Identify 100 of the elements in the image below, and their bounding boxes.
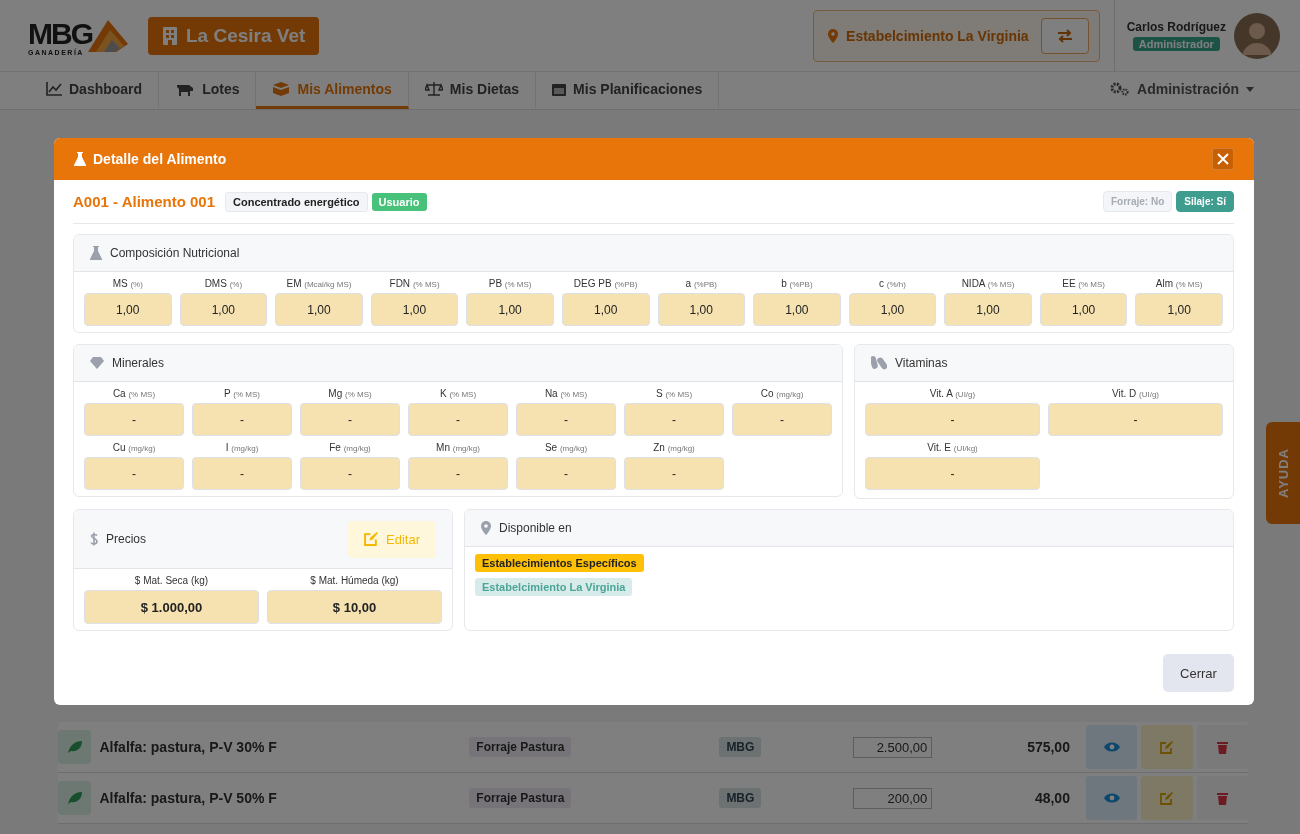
- clinic-name: La Cesira Vet: [186, 24, 306, 47]
- eye-icon: [1103, 793, 1120, 803]
- user-role: Administrador: [1132, 37, 1220, 51]
- value-field: $ 1.000,00: [84, 590, 259, 624]
- admin-menu[interactable]: Administración: [1094, 72, 1270, 109]
- value-field: 1,00: [179, 293, 268, 326]
- value-field: -: [624, 403, 724, 436]
- gem-icon: [90, 357, 104, 369]
- price-value: 48,00: [1033, 790, 1070, 806]
- eye-icon: [1103, 742, 1120, 752]
- trash-icon: [1216, 740, 1228, 754]
- nav-tab[interactable]: Mis Alimentos: [256, 72, 409, 109]
- view-button[interactable]: [1085, 725, 1138, 769]
- value-field: -: [84, 457, 184, 490]
- field-label: PB (% MS): [487, 278, 533, 289]
- field-label: Cu (mg/kg): [111, 442, 157, 453]
- source-tag: MBG: [719, 788, 762, 808]
- field-label: EE (% MS): [1061, 278, 1106, 289]
- field-label: Co (mg/kg): [759, 388, 805, 399]
- line-chart-icon: [46, 82, 62, 96]
- edit-icon: [364, 532, 379, 546]
- field-label: K (% MS): [438, 388, 478, 399]
- value-field: -: [192, 403, 292, 436]
- help-tab[interactable]: AYUDA: [1266, 422, 1300, 524]
- field-label: Ca (% MS): [111, 388, 157, 399]
- clinic-badge[interactable]: La Cesira Vet: [148, 16, 320, 55]
- edit-button[interactable]: [1141, 725, 1193, 769]
- value-field: 1,00: [657, 293, 746, 326]
- value-field: -: [408, 457, 508, 490]
- field-label: S (% MS): [654, 388, 694, 399]
- value-field: 1,00: [466, 293, 554, 326]
- value-field: -: [624, 457, 724, 490]
- view-button[interactable]: [1085, 776, 1138, 820]
- close-dialog-button[interactable]: Cerrar: [1163, 654, 1234, 692]
- leaf-icon: [58, 781, 92, 815]
- field-label: Zn (mg/kg): [652, 442, 696, 453]
- value-field: 1,00: [1039, 293, 1128, 326]
- delete-button[interactable]: [1196, 776, 1248, 820]
- switch-button[interactable]: [1040, 17, 1089, 54]
- field-label: Vit. E (UI/kg): [926, 442, 979, 453]
- field-label: Na (% MS): [543, 388, 589, 399]
- value-field: -: [84, 403, 184, 436]
- close-icon: [1217, 153, 1229, 165]
- edit-icon: [1160, 740, 1174, 754]
- value-field: 1,00: [1135, 293, 1223, 326]
- food-name: Alfalfa: pastura, P-V 30% F: [98, 739, 278, 755]
- scale-icon: [424, 82, 443, 96]
- price-value: 575,00: [1026, 739, 1070, 755]
- value-field: -: [1048, 403, 1223, 436]
- value-field: 1,00: [561, 293, 650, 326]
- flag-tag: Forraje: No: [1102, 191, 1173, 212]
- map-pin-icon: [481, 521, 491, 535]
- source-tag: MBG: [719, 737, 762, 757]
- field-label: $ Mat. Seca (kg): [133, 575, 210, 586]
- stock-field[interactable]: 2.500,00: [853, 736, 933, 758]
- field-label: Vit. A (UI/g): [928, 388, 977, 399]
- nav-tab[interactable]: Mis Dietas: [408, 72, 537, 109]
- flask-icon: [74, 152, 86, 166]
- card-title: Vitaminas: [895, 356, 948, 370]
- value-field: -: [516, 457, 616, 490]
- field-label: P (% MS): [223, 388, 261, 399]
- card-title: Disponible en: [499, 521, 572, 535]
- value-field: -: [192, 457, 292, 490]
- swap-arrows-icon: [1056, 28, 1073, 43]
- field-label: DMS (%): [203, 278, 244, 289]
- avatar[interactable]: [1234, 12, 1280, 59]
- field-label: I (mg/kg): [224, 442, 260, 453]
- edit-icon: [1160, 791, 1174, 805]
- nav-tab[interactable]: Dashboard: [30, 72, 160, 109]
- leaf-icon: [58, 730, 92, 764]
- location-tag: Establecimientos Específicos: [475, 554, 644, 572]
- logo-text: MBG: [28, 18, 92, 49]
- value-field: -: [300, 403, 400, 436]
- stock-field[interactable]: 200,00: [853, 787, 933, 809]
- field-label: b (%PB): [780, 278, 814, 289]
- field-label: Mn (mg/kg): [435, 442, 481, 453]
- field-label: c (%/h): [878, 278, 907, 289]
- field-label: NIDA (% MS): [960, 278, 1016, 289]
- trash-icon: [1216, 791, 1228, 805]
- close-button[interactable]: [1212, 148, 1234, 170]
- field-label: EM (Mcal/kg MS): [285, 278, 353, 289]
- card-title: Composición Nutricional: [110, 246, 240, 260]
- value-field: 1,00: [944, 293, 1032, 326]
- location-tag: Estabelcimiento La Virginia: [475, 578, 633, 596]
- food-name: Alfalfa: pastura, P-V 50% F: [98, 790, 278, 806]
- category-tag: Forraje Pastura: [469, 788, 572, 808]
- value-field: -: [516, 403, 616, 436]
- gears-icon: [1110, 82, 1131, 96]
- value-field: 1,00: [753, 293, 841, 326]
- field-label: a (%PB): [684, 278, 718, 289]
- card-title: Minerales: [112, 356, 165, 370]
- nav-tab[interactable]: Mis Planificaciones: [536, 72, 720, 109]
- delete-button[interactable]: [1196, 725, 1248, 769]
- food-code: A001 - Alimento 001: [73, 193, 215, 210]
- field-label: Alm (% MS): [1154, 278, 1204, 289]
- capsules-icon: [871, 356, 887, 370]
- edit-button[interactable]: [1141, 776, 1193, 820]
- field-label: MS (%): [111, 278, 144, 289]
- field-label: Se (mg/kg): [543, 442, 589, 453]
- nav-tab[interactable]: Lotes: [159, 72, 257, 109]
